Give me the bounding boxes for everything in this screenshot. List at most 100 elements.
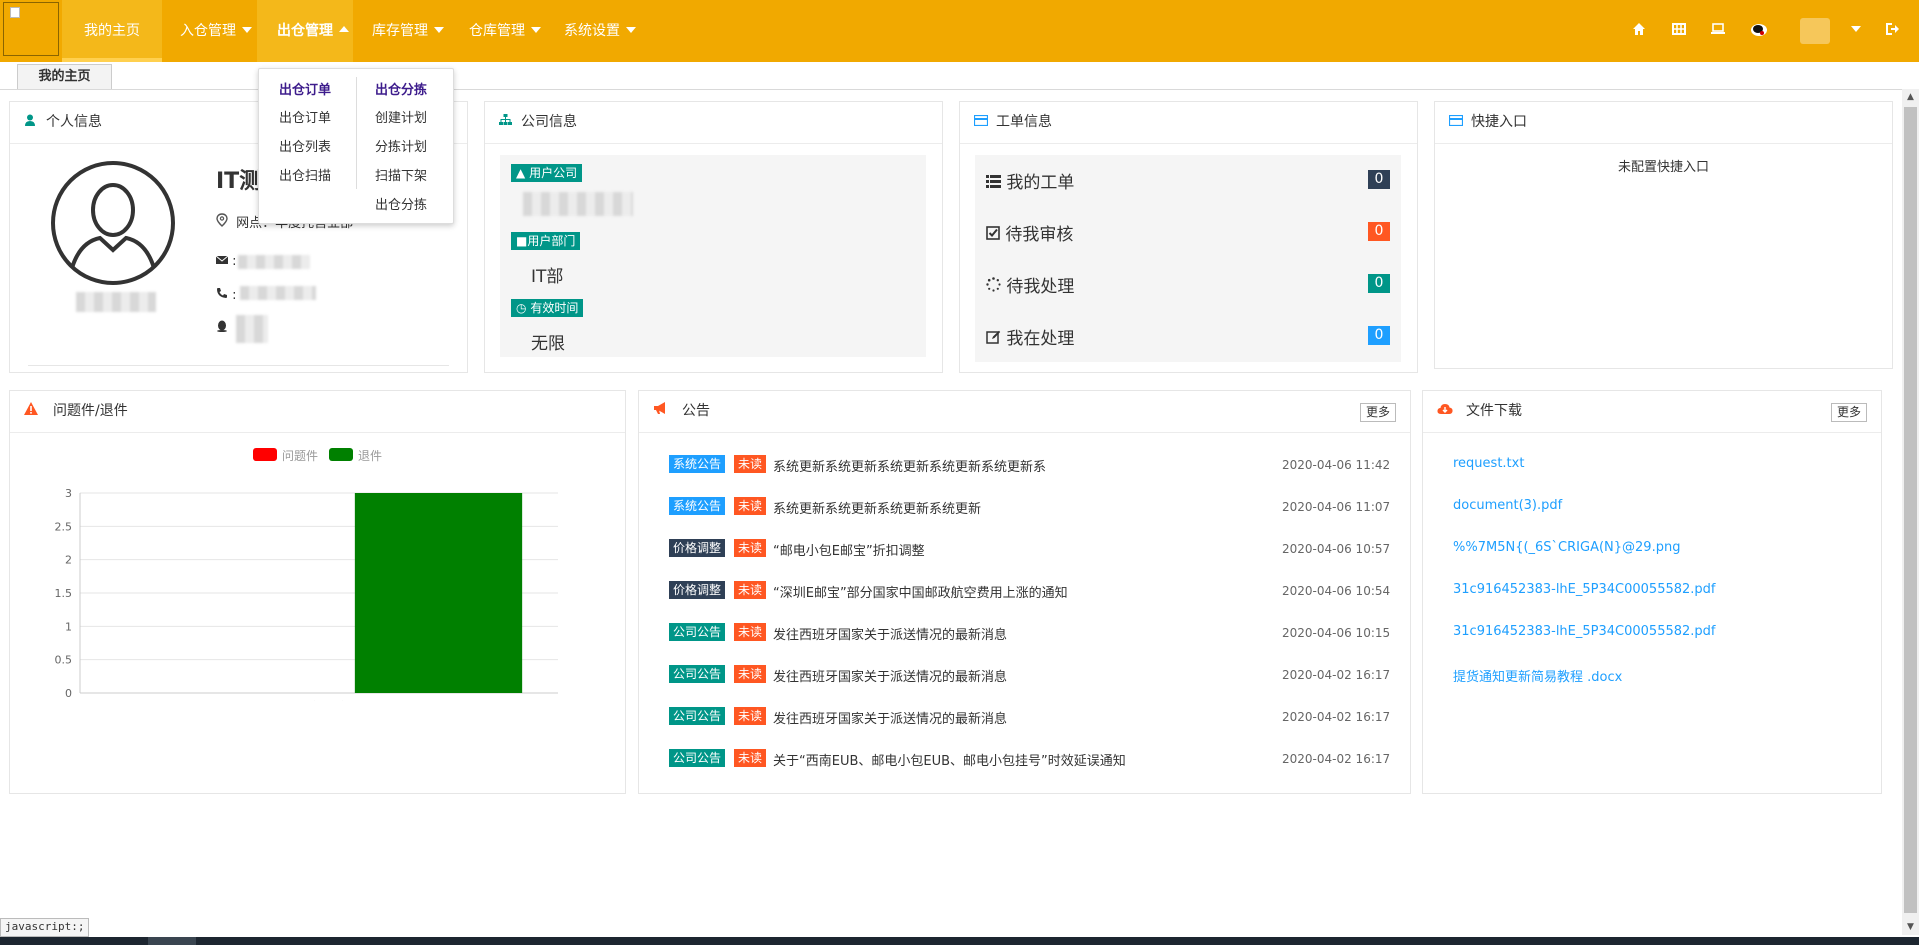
notice-date: 2020-04-02 16:17 [1282,668,1391,682]
notice-title-link[interactable]: 发往西班牙国家关于派送情况的最新消息 [773,624,1007,643]
menu-item-outbound-order[interactable]: 出仓订单 [279,107,331,126]
nav-warehouse[interactable]: 仓库管理 [469,0,541,62]
sitemap-icon [499,102,512,143]
menu-item-create-plan[interactable]: 创建计划 [375,107,427,126]
notice-title-link[interactable]: 系统更新系统更新系统更新系统更新系统更新系 [773,456,1046,475]
user-menu-chevron-icon[interactable] [1848,22,1864,38]
grid-icon[interactable] [1671,22,1687,38]
nav-outbound[interactable]: 出仓管理 [257,0,353,62]
file-download-link[interactable]: document(3).pdf [1453,498,1562,513]
nav-inbound-label: 入仓管理 [180,23,236,39]
workorder-label: 我的工单 [1006,173,1075,193]
chevron-down-icon [434,27,444,33]
company-details-box [500,155,926,357]
file-download-link[interactable]: 提货通知更新简易教程 .docx [1453,666,1622,685]
notice-more-button[interactable]: 更多 [1359,403,1396,422]
notice-title-link[interactable]: “邮电小包E邮宝”折扣调整 [773,540,925,559]
nav-home[interactable]: 我的主页 [62,0,162,62]
panel-header: 公司信息 [485,102,942,144]
panel-title: 文件下载 [1466,403,1522,419]
menu-item-sort-plan[interactable]: 分拣计划 [375,136,427,155]
valid-time-tag: ◷ 有效时间 [511,299,584,317]
workorder-count-badge: 0 [1368,274,1390,293]
legend-swatch-problem[interactable] [253,448,277,461]
clock-icon: ◷ [516,301,527,315]
browser-status-url: javascript:; [0,918,90,937]
outbound-dropdown-menu: 出仓订单 出仓订单 出仓列表 出仓扫描 出仓分拣 创建计划 分拣计划 扫描下架 … [258,68,454,224]
panel-title: 工单信息 [996,114,1052,130]
my-workorder-row[interactable]: 我的工单 [986,168,1074,193]
location-icon [216,213,232,231]
pending-handle-row[interactable]: 待我处理 [986,272,1074,297]
laptop-icon[interactable] [1710,22,1726,38]
file-download-link[interactable]: 31c916452383-lhE_5P34C00055582.pdf [1453,582,1716,597]
shortcut-empty-text: 未配置快捷入口 [1617,160,1709,175]
notice-category-badge: 系统公告 [669,455,726,473]
bullhorn-icon [653,391,668,432]
pending-review-row[interactable]: 待我审核 [986,220,1073,245]
nav-inventory[interactable]: 库存管理 [372,0,444,62]
notice-date: 2020-04-02 16:17 [1282,710,1391,724]
redacted-username [76,292,156,312]
in-progress-row[interactable]: 我在处理 [986,324,1074,349]
file-download-link[interactable]: %%7M5N{(_6S`CRIGA(N}@29.png [1453,540,1680,555]
user-icon [24,102,36,143]
bar-return[interactable] [354,493,523,693]
edit-icon [986,329,1006,349]
y-tick-label: 0 [65,687,72,700]
notice-title-link[interactable]: “深圳E邮宝”部分国家中国邮政航空费用上涨的通知 [773,582,1068,601]
notice-unread-badge: 未读 [734,749,767,767]
chat-avatar-icon[interactable] [1750,22,1767,38]
avatar [50,160,176,286]
redacted-company-name [523,192,633,216]
user-company-tag: ▲ 用户公司 [511,164,583,182]
user-avatar[interactable] [1800,18,1830,44]
notice-category-badge: 公司公告 [669,623,726,641]
scroll-down-icon[interactable]: ▼ [1902,919,1919,935]
panel-title: 问题件/退件 [53,403,128,419]
valid-time-value: 无限 [531,334,565,354]
notice-date: 2020-04-06 11:42 [1282,458,1391,472]
files-more-button[interactable]: 更多 [1830,403,1867,422]
user-name: IT测 [216,169,262,194]
menu-item-outbound-list[interactable]: 出仓列表 [279,136,331,155]
broken-image-icon [10,7,20,18]
y-tick-label: 2 [65,554,72,567]
qq-icon [216,320,228,336]
email-label: : [232,254,237,269]
notice-title-link[interactable]: 关于“西南EUB、邮电小包EUB、邮电小包挂号”时效延误通知 [773,750,1126,769]
legend-swatch-return[interactable] [329,448,353,461]
menu-divider [356,77,357,189]
logo[interactable] [3,2,59,56]
nav-settings[interactable]: 系统设置 [564,0,636,62]
legend-label-return: 退件 [358,449,383,463]
top-navbar: 我的主页 入仓管理 出仓管理 库存管理 仓库管理 系统设置 [0,0,1919,62]
file-download-link[interactable]: request.txt [1453,456,1524,471]
notice-category-badge: 公司公告 [669,707,726,725]
scroll-thumb[interactable] [1904,107,1917,913]
notice-title-link[interactable]: 发往西班牙国家关于派送情况的最新消息 [773,708,1007,727]
menu-item-scan-unload[interactable]: 扫描下架 [375,165,427,184]
scroll-up-icon[interactable]: ▲ [1902,89,1919,105]
divider [28,365,449,366]
menu-item-outbound-scan[interactable]: 出仓扫描 [279,165,331,184]
nav-inbound[interactable]: 入仓管理 [180,0,252,62]
menu-item-outbound-sort[interactable]: 出仓分拣 [375,194,427,213]
nav-outbound-label: 出仓管理 [277,23,333,39]
check-square-icon [986,225,1005,245]
notice-title-link[interactable]: 发往西班牙国家关于派送情况的最新消息 [773,666,1007,685]
qq-row [216,320,228,336]
home-icon[interactable] [1631,22,1647,38]
logout-icon[interactable] [1884,22,1900,38]
panel-header: 工单信息 [960,102,1417,144]
notice-date: 2020-04-06 11:07 [1282,500,1391,514]
panel-header: 公告 更多 [639,391,1410,433]
nav-settings-label: 系统设置 [564,23,620,39]
page-scrollbar[interactable]: ▲ ▼ [1902,89,1919,935]
nav-inventory-label: 库存管理 [372,23,428,39]
panel-title: 个人信息 [46,114,102,130]
cloud-download-icon [1437,391,1453,432]
notice-title-link[interactable]: 系统更新系统更新系统更新系统更新 [773,498,981,517]
tab-home[interactable]: 我的主页 [17,64,112,89]
file-download-link[interactable]: 31c916452383-lhE_5P34C00055582.pdf [1453,624,1716,639]
